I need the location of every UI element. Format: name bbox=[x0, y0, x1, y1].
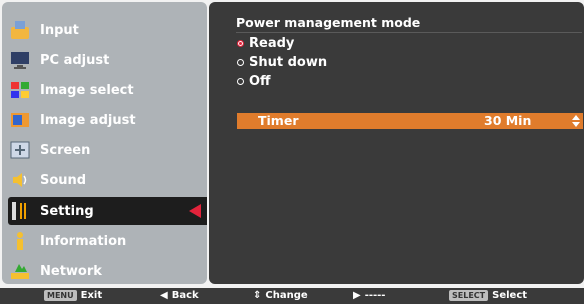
speaker-icon bbox=[8, 168, 32, 192]
image-adjust-icon bbox=[8, 108, 32, 132]
sidebar-item-label: Image select bbox=[40, 82, 134, 98]
sidebar-item-input[interactable]: Input bbox=[8, 16, 207, 44]
sidebar-item-label: Image adjust bbox=[40, 112, 136, 128]
timer-label: Timer bbox=[258, 113, 299, 128]
sidebar-item-image-select[interactable]: Image select bbox=[8, 76, 207, 104]
divider bbox=[236, 32, 582, 33]
help-change-label: Change bbox=[265, 290, 308, 301]
option-shut-down[interactable]: Shut down bbox=[237, 55, 327, 70]
sidebar-item-label: Information bbox=[40, 233, 127, 249]
selection-arrow-icon bbox=[189, 204, 201, 218]
option-ready[interactable]: Ready bbox=[237, 36, 294, 51]
panel-title: Power management mode bbox=[236, 15, 421, 30]
help-next: ▶ ----- bbox=[353, 290, 385, 301]
radio-selected-icon bbox=[237, 40, 244, 47]
up-down-icon: ⇕ bbox=[253, 290, 262, 301]
setting-icon bbox=[8, 199, 32, 223]
image-select-icon bbox=[8, 78, 32, 102]
timer-row[interactable]: Timer 30 Min bbox=[237, 113, 583, 129]
setting-panel: Power management mode Ready Shut down Of… bbox=[209, 2, 584, 284]
radio-icon bbox=[237, 78, 244, 85]
sidebar-item-image-adjust[interactable]: Image adjust bbox=[8, 106, 207, 134]
menu-key-icon: MENU bbox=[44, 290, 77, 301]
help-exit-label: Exit bbox=[80, 290, 103, 301]
help-back-label: Back bbox=[171, 290, 199, 301]
select-key-icon: SELECT bbox=[449, 290, 489, 301]
sidebar-item-pc-adjust[interactable]: PC adjust bbox=[8, 46, 207, 74]
monitor-icon bbox=[8, 48, 32, 72]
sidebar-item-label: PC adjust bbox=[40, 52, 110, 68]
sidebar-item-label: Screen bbox=[40, 142, 91, 158]
screen-icon bbox=[8, 138, 32, 162]
help-back: ◀ Back bbox=[160, 290, 199, 301]
sidebar-item-network[interactable]: Network bbox=[8, 257, 207, 285]
sidebar-item-label: Input bbox=[40, 22, 79, 38]
option-label: Ready bbox=[249, 36, 295, 51]
menu-sidebar: Input PC adjust Image select Image adjus… bbox=[2, 2, 207, 284]
info-icon bbox=[8, 229, 32, 253]
help-select: SELECT Select bbox=[449, 290, 527, 301]
sidebar-item-sound[interactable]: Sound bbox=[8, 166, 207, 194]
help-change: ⇕ Change bbox=[253, 290, 308, 301]
input-icon bbox=[8, 18, 32, 42]
sidebar-item-label: Network bbox=[40, 263, 102, 279]
option-off[interactable]: Off bbox=[237, 74, 271, 89]
sidebar-item-setting[interactable]: Setting bbox=[8, 197, 207, 225]
right-arrow-icon: ▶ bbox=[353, 290, 361, 301]
help-select-label: Select bbox=[492, 290, 528, 301]
help-exit: MENU Exit bbox=[44, 290, 102, 301]
sidebar-item-information[interactable]: Information bbox=[8, 227, 207, 255]
sidebar-item-label: Setting bbox=[40, 203, 94, 219]
left-arrow-icon: ◀ bbox=[160, 290, 168, 301]
help-next-label: ----- bbox=[364, 290, 386, 301]
option-label: Off bbox=[249, 74, 271, 89]
timer-value: 30 Min bbox=[484, 113, 532, 128]
option-label: Shut down bbox=[249, 55, 328, 70]
bottom-help-bar: MENU Exit ◀ Back ⇕ Change ▶ ----- SELECT… bbox=[0, 288, 584, 304]
sidebar-item-screen[interactable]: Screen bbox=[8, 136, 207, 164]
up-down-arrows-icon[interactable] bbox=[571, 114, 581, 128]
network-icon bbox=[8, 259, 32, 283]
radio-icon bbox=[237, 59, 244, 66]
sidebar-item-label: Sound bbox=[40, 172, 87, 188]
